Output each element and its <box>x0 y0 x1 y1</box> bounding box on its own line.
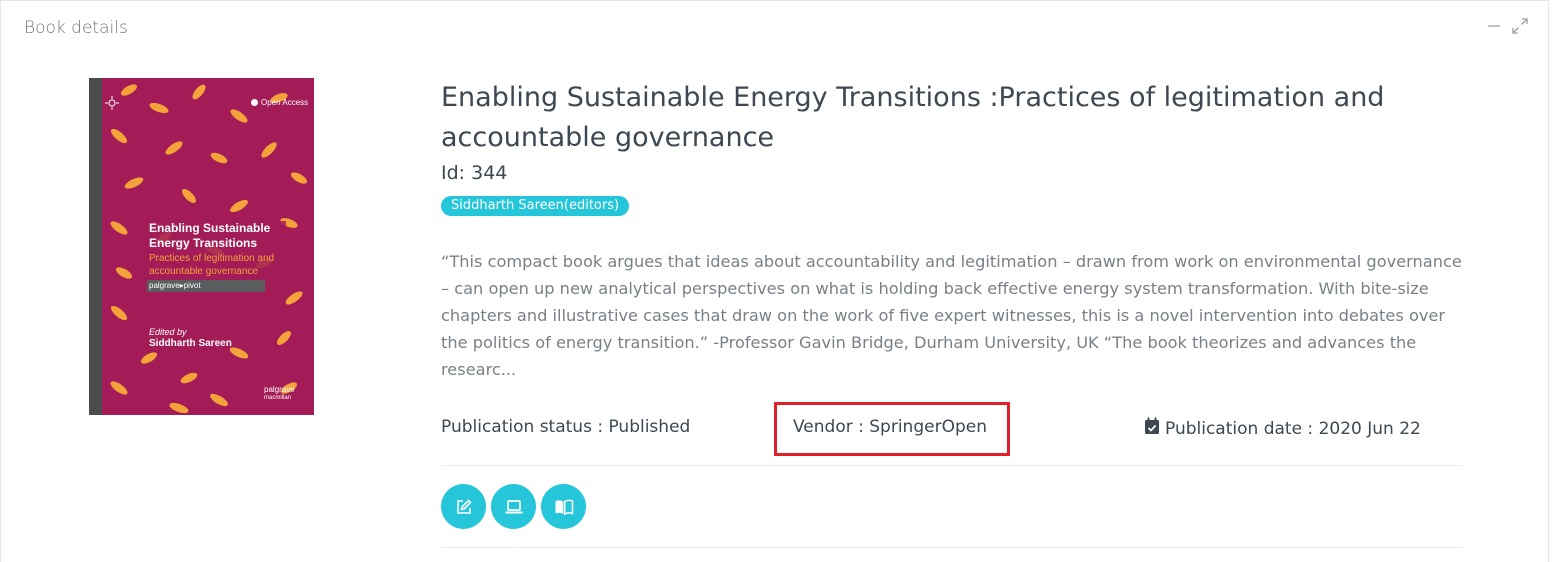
divider-bottom <box>441 547 1463 548</box>
springer-logo-icon <box>105 96 119 110</box>
calendar-check-icon <box>1144 417 1160 440</box>
publication-date: Publication date : 2020 Jun 22 <box>1165 418 1421 439</box>
read-book-button[interactable] <box>541 484 586 529</box>
expand-icon[interactable] <box>1512 18 1528 34</box>
online-view-button[interactable] <box>491 484 536 529</box>
edit-button[interactable] <box>441 484 486 529</box>
book-open-icon <box>555 499 573 515</box>
publication-status: Publication status : Published <box>441 417 691 437</box>
panel-title: Book details <box>24 18 128 38</box>
cover-title-line2: Energy Transitions <box>149 236 258 250</box>
cover-title: Enabling Sustainable Energy Transitions <box>149 221 270 251</box>
cover-subtitle-line1: Practices of legitimation and <box>149 253 275 264</box>
cover-publisher-line2: macmillan <box>264 395 292 401</box>
book-info: Enabling Sustainable Energy Transitions … <box>441 78 1463 383</box>
panel-header: Book details <box>1 1 1548 57</box>
book-meta-row: Publication status : Published Vendor : … <box>441 402 1463 465</box>
cover-publisher-line1: palgrave <box>264 385 295 394</box>
book-id: Id: 344 <box>441 162 508 184</box>
book-cover-image[interactable]: Open Access palgrave▸pivot Enabling Sust… <box>89 78 314 415</box>
book-title: Enabling Sustainable Energy Transitions … <box>441 82 1385 153</box>
cover-subtitle-line2: accountable governance <box>149 266 258 277</box>
book-actions <box>441 484 586 529</box>
cover-edited-by: Edited by <box>149 327 187 337</box>
cover-subtitle: Practices of legitimation and accountabl… <box>149 252 274 278</box>
open-access-label: Open Access <box>261 98 309 107</box>
vendor: Vendor : SpringerOpen <box>793 417 987 437</box>
laptop-icon <box>505 499 522 513</box>
cover-imprint: palgrave▸pivot <box>149 281 201 290</box>
divider-top <box>441 465 1463 466</box>
cover-editor: Siddharth Sareen <box>149 338 232 349</box>
author-badge[interactable]: Siddharth Sareen(editors) <box>441 196 630 216</box>
minimize-icon[interactable] <box>1486 18 1502 34</box>
cover-open-access: Open Access <box>251 98 308 107</box>
cover-title-line1: Enabling Sustainable <box>149 221 271 235</box>
cover-spine <box>89 78 102 415</box>
cover-publisher: palgrave macmillan <box>264 386 295 402</box>
header-controls <box>1486 18 1528 34</box>
book-description: “This compact book argues that ideas abo… <box>441 252 1462 379</box>
publication-date-group: Publication date : 2020 Jun 22 <box>1144 417 1421 440</box>
book-details-panel: Book details Open Access palgrave▸pivot … <box>0 0 1549 562</box>
edit-icon <box>456 498 472 514</box>
